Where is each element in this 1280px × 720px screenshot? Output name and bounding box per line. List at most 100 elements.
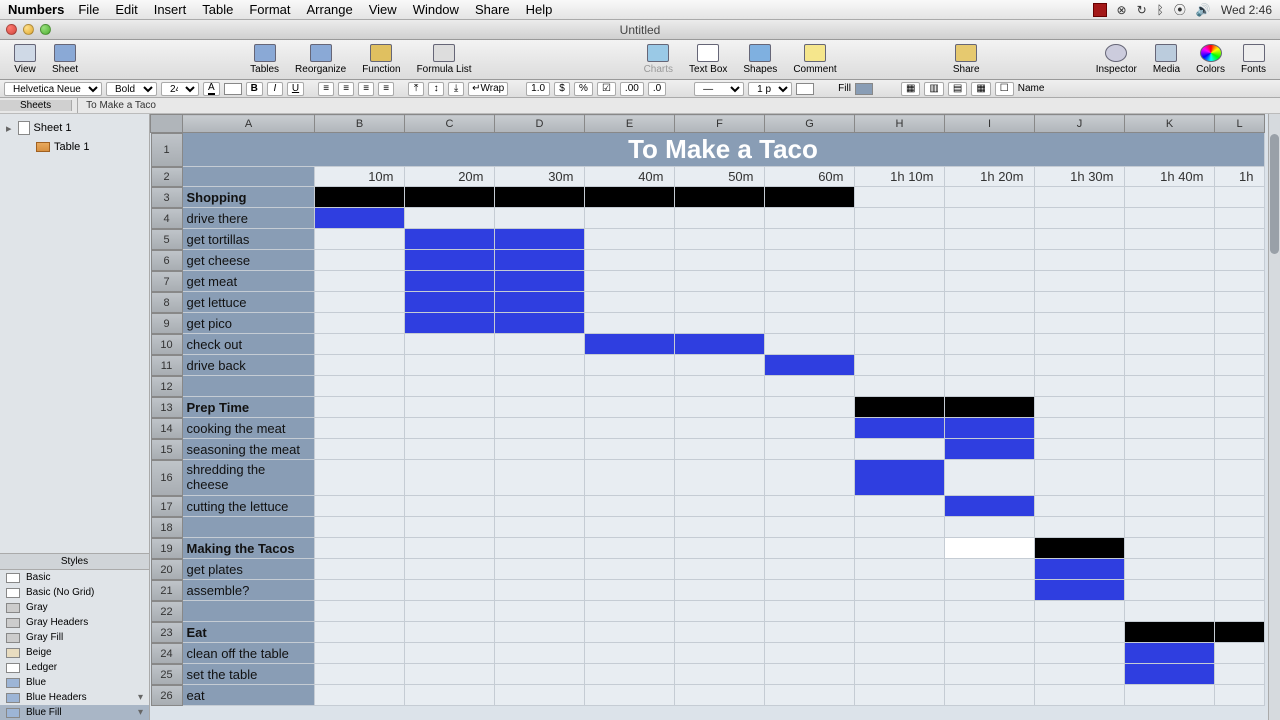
cell[interactable] bbox=[675, 643, 765, 664]
cell[interactable] bbox=[675, 580, 765, 601]
volume-icon[interactable]: 🔊 bbox=[1196, 3, 1211, 17]
toolbar-shapes[interactable]: Shapes bbox=[737, 42, 783, 77]
toolbar-function[interactable]: Function bbox=[356, 42, 406, 77]
font-weight-select[interactable]: Bold bbox=[106, 82, 157, 96]
app-menu[interactable]: Numbers bbox=[8, 2, 64, 17]
cell[interactable] bbox=[855, 376, 945, 397]
name-checkbox[interactable]: ☐ bbox=[995, 82, 1014, 96]
cell[interactable] bbox=[945, 271, 1035, 292]
cell[interactable] bbox=[945, 439, 1035, 460]
menu-insert[interactable]: Insert bbox=[154, 2, 187, 17]
row-header[interactable]: 1 bbox=[151, 133, 183, 167]
sync-icon[interactable]: ↻ bbox=[1137, 3, 1147, 17]
cell[interactable] bbox=[1125, 208, 1215, 229]
time-header-cell[interactable]: 1h 30m bbox=[1035, 167, 1125, 187]
row-header[interactable]: 10 bbox=[151, 334, 183, 355]
row-header[interactable]: 4 bbox=[151, 208, 183, 229]
layout-btn-3[interactable]: ▤ bbox=[948, 82, 967, 96]
cell[interactable] bbox=[1035, 208, 1125, 229]
cell[interactable] bbox=[765, 580, 855, 601]
cell[interactable] bbox=[495, 187, 585, 208]
row-header[interactable]: 6 bbox=[151, 250, 183, 271]
cell[interactable] bbox=[495, 313, 585, 334]
cell[interactable] bbox=[945, 355, 1035, 376]
cell[interactable] bbox=[855, 538, 945, 559]
cell[interactable] bbox=[495, 418, 585, 439]
cell[interactable] bbox=[585, 439, 675, 460]
cell[interactable] bbox=[1125, 559, 1215, 580]
cell[interactable] bbox=[495, 685, 585, 706]
cell[interactable] bbox=[585, 496, 675, 517]
cell[interactable] bbox=[765, 439, 855, 460]
time-header-cell[interactable]: 10m bbox=[315, 167, 405, 187]
cell[interactable] bbox=[1215, 517, 1265, 538]
cell[interactable] bbox=[765, 685, 855, 706]
cell[interactable] bbox=[1035, 313, 1125, 334]
cell[interactable] bbox=[405, 664, 495, 685]
cell[interactable] bbox=[1215, 580, 1265, 601]
cell[interactable] bbox=[765, 664, 855, 685]
column-header[interactable]: J bbox=[1035, 115, 1125, 133]
toolbar-charts[interactable]: Charts bbox=[638, 42, 679, 77]
font-family-select[interactable]: Helvetica Neue bbox=[4, 82, 102, 96]
cell[interactable] bbox=[315, 685, 405, 706]
toolbar-media[interactable]: Media bbox=[1147, 42, 1186, 77]
row-header[interactable]: 12 bbox=[151, 376, 183, 397]
toolbar-sheet[interactable]: Sheet bbox=[46, 42, 84, 77]
cell[interactable] bbox=[855, 292, 945, 313]
cell[interactable] bbox=[495, 601, 585, 622]
cell[interactable] bbox=[675, 334, 765, 355]
cell[interactable] bbox=[1215, 397, 1265, 418]
sidebar-table-item[interactable]: Table 1 bbox=[0, 138, 149, 156]
row-header[interactable]: 19 bbox=[151, 538, 183, 559]
cell[interactable] bbox=[585, 622, 675, 643]
layout-btn-2[interactable]: ▥ bbox=[924, 82, 943, 96]
cell[interactable] bbox=[675, 376, 765, 397]
cell[interactable] bbox=[1125, 334, 1215, 355]
time-header-cell[interactable]: 30m bbox=[495, 167, 585, 187]
cell[interactable] bbox=[765, 334, 855, 355]
cell[interactable] bbox=[765, 187, 855, 208]
cell[interactable] bbox=[1035, 229, 1125, 250]
vertical-scrollbar[interactable] bbox=[1268, 114, 1280, 720]
toolbar-tables[interactable]: Tables bbox=[244, 42, 285, 77]
italic-button[interactable]: I bbox=[267, 82, 283, 96]
cell[interactable] bbox=[855, 397, 945, 418]
task-label-cell[interactable] bbox=[183, 376, 315, 397]
row-header[interactable]: 5 bbox=[151, 229, 183, 250]
cell[interactable] bbox=[1125, 601, 1215, 622]
cell[interactable] bbox=[675, 559, 765, 580]
menu-view[interactable]: View bbox=[369, 2, 397, 17]
cell[interactable] bbox=[405, 418, 495, 439]
cell[interactable] bbox=[585, 355, 675, 376]
cell[interactable] bbox=[675, 685, 765, 706]
cell[interactable] bbox=[675, 460, 765, 496]
cell[interactable] bbox=[495, 538, 585, 559]
cell[interactable] bbox=[945, 460, 1035, 496]
cell[interactable] bbox=[1215, 418, 1265, 439]
cell[interactable] bbox=[1215, 250, 1265, 271]
align-right-button[interactable]: ≡ bbox=[358, 82, 374, 96]
cell[interactable] bbox=[1125, 376, 1215, 397]
cell[interactable] bbox=[495, 460, 585, 496]
cell[interactable] bbox=[405, 187, 495, 208]
task-label-cell[interactable]: seasoning the meat bbox=[183, 439, 315, 460]
column-header[interactable]: H bbox=[855, 115, 945, 133]
row-header[interactable]: 22 bbox=[151, 601, 183, 622]
cell[interactable] bbox=[1125, 439, 1215, 460]
cell[interactable] bbox=[585, 538, 675, 559]
cell[interactable] bbox=[1125, 418, 1215, 439]
task-label-cell[interactable]: cooking the meat bbox=[183, 418, 315, 439]
time-header-cell[interactable]: 1h bbox=[1215, 167, 1265, 187]
cell[interactable] bbox=[1035, 496, 1125, 517]
cell[interactable] bbox=[405, 538, 495, 559]
cell[interactable] bbox=[675, 187, 765, 208]
cell[interactable] bbox=[1215, 460, 1265, 496]
cell[interactable] bbox=[945, 496, 1035, 517]
style-item[interactable]: Blue Fill▾ bbox=[0, 705, 149, 720]
cell[interactable] bbox=[1035, 664, 1125, 685]
toolbar-textbox[interactable]: Text Box bbox=[683, 42, 733, 77]
column-header[interactable]: A bbox=[183, 115, 315, 133]
align-center-button[interactable]: ≡ bbox=[338, 82, 354, 96]
cell[interactable] bbox=[1215, 439, 1265, 460]
